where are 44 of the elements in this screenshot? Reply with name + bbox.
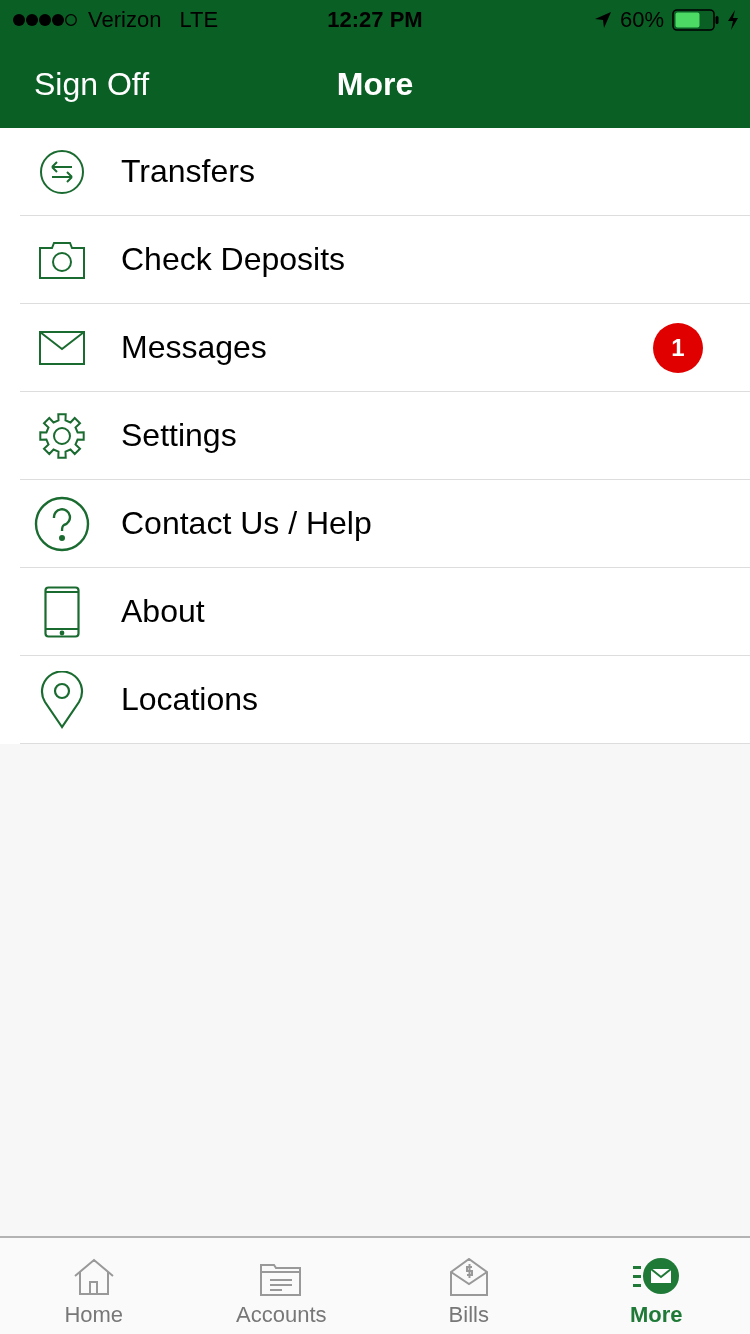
status-time: 12:27 PM [327,7,423,33]
sign-off-button[interactable]: Sign Off [0,65,150,103]
tab-bar-item[interactable]: Accounts [187,1238,375,1334]
tab-label: Home [64,1302,124,1328]
settings-icon [38,411,86,460]
tab-label: Bills [448,1302,489,1328]
folder-icon [260,1262,303,1296]
tab-label: More [629,1302,683,1328]
menu-label: Messages [121,329,268,366]
menu-label: Settings [121,417,238,454]
camera-icon [38,239,86,280]
carrier-name: Verizon [88,7,162,33]
battery-icon [672,9,720,31]
menu-item[interactable]: Check Deposits [20,216,750,304]
menu-item[interactable]: Locations [20,656,750,744]
screen-title: More [336,65,414,103]
menu-item[interactable]: Contact Us / Help [20,480,750,568]
menu-label: Locations [121,681,259,718]
menu-item[interactable]: Messages 1 [20,304,750,392]
tab-bar-item[interactable]: More [562,1238,750,1334]
tablet-icon [44,585,80,638]
tab-bar-item[interactable]: Home [0,1238,188,1334]
menu-label: Check Deposits [121,241,347,278]
money-envelope-icon [449,1258,488,1296]
menu-label: Transfers [121,153,256,190]
mail-badge-icon [633,1258,680,1296]
tab-label: Accounts [236,1302,327,1328]
unread-badge: 1 [653,322,703,373]
menu-item[interactable]: Transfers [20,128,750,216]
help-icon [34,495,90,552]
menu-item[interactable]: About [20,568,750,656]
location-arrow-icon [593,11,612,29]
menu-label: Contact Us / Help [121,505,373,542]
envelope-icon [39,330,85,365]
menu-label: About [121,593,206,630]
location-pin-icon [40,670,84,729]
transfer-arrows-icon [39,148,85,195]
network-type: LTE [179,7,219,33]
charging-bolt-icon [728,10,738,30]
home-icon [72,1258,115,1296]
tab-bar-item[interactable]: Bills [375,1238,563,1334]
battery-percent: 60% [619,7,664,33]
menu-item[interactable]: Settings [20,392,750,480]
signal-icon [12,13,80,27]
